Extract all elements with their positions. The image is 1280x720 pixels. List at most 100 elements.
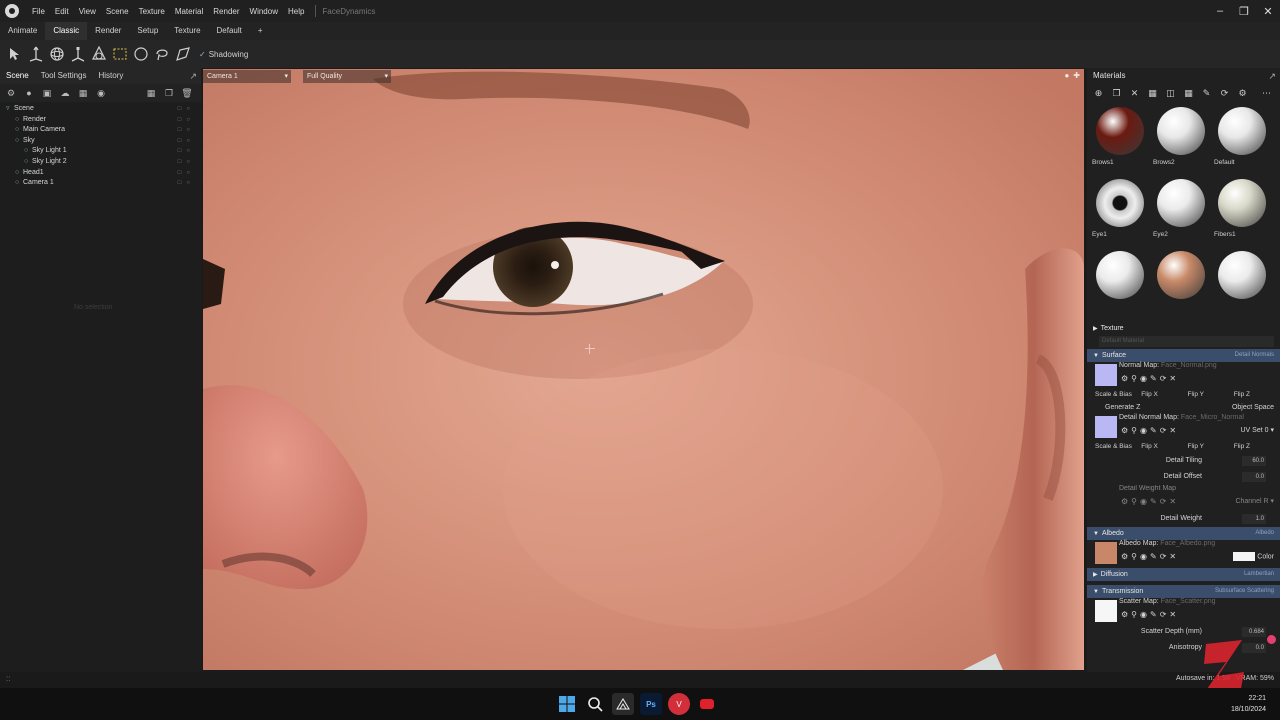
menu-view[interactable]: View	[74, 7, 101, 16]
map-action-icons[interactable]: ⚙⚲◉✎⟳✕	[1121, 374, 1179, 383]
detail-tiling-input[interactable]: 60.0	[1242, 456, 1266, 466]
material-thumbnail[interactable]: Eye1	[1090, 176, 1150, 246]
add-shape-icon[interactable]: ◉	[93, 86, 109, 100]
tab-history[interactable]: History	[93, 68, 130, 84]
add-camera-icon[interactable]: ▣	[39, 86, 55, 100]
tab-texture[interactable]: Texture	[166, 22, 208, 40]
albedo-map-swatch[interactable]	[1095, 542, 1117, 564]
quality-select[interactable]: Full Quality	[303, 69, 391, 83]
normal-map-swatch[interactable]	[1095, 364, 1117, 386]
visibility-lock-icons[interactable]: □○	[178, 146, 195, 157]
delete-icon[interactable]: 🗑	[179, 86, 195, 100]
diffusion-section-header[interactable]: ▶ Diffusion Lambertian	[1087, 568, 1280, 581]
color-field[interactable]: Color	[1233, 552, 1274, 561]
detail-normal-swatch[interactable]	[1095, 416, 1117, 438]
scene-tree-item[interactable]: ○ Head1 □○	[0, 168, 201, 179]
scatter-map-swatch[interactable]	[1095, 600, 1117, 622]
color-picker-dot[interactable]	[1267, 635, 1276, 644]
add-material-icon[interactable]: ⊕	[1091, 86, 1106, 100]
menu-scene[interactable]: Scene	[101, 7, 134, 16]
rect-select-icon[interactable]	[109, 44, 130, 65]
restore-icon[interactable]: ❐	[1232, 0, 1256, 22]
scale-gizmo-icon[interactable]	[67, 44, 88, 65]
detail-offset-input[interactable]: 0.0	[1242, 472, 1266, 482]
color-swatch[interactable]	[1233, 552, 1256, 561]
flip-y-check[interactable]: Flip Y	[1188, 440, 1234, 453]
material-thumbnail[interactable]: Fibers1	[1212, 176, 1272, 246]
material-thumbnail[interactable]: Default	[1212, 104, 1272, 174]
visibility-lock-icons[interactable]: □○	[178, 136, 195, 147]
flip-z-check[interactable]: Flip Z	[1234, 440, 1280, 453]
menu-texture[interactable]: Texture	[134, 7, 170, 16]
remove-material-icon[interactable]: ✕	[1127, 86, 1142, 100]
tab-tool-settings[interactable]: Tool Settings	[35, 68, 93, 84]
map-action-icons[interactable]: ⚙⚲◉✎⟳✕	[1121, 610, 1179, 619]
map-action-icons[interactable]: ⚙⚲◉✎⟳✕	[1121, 497, 1179, 506]
folder-icon[interactable]: ▦	[1145, 86, 1160, 100]
app-logo-icon[interactable]	[5, 4, 19, 18]
circle-select-icon[interactable]	[130, 44, 151, 65]
flip-z-check[interactable]: Flip Z	[1234, 388, 1280, 401]
visibility-lock-icons[interactable]: □○	[178, 168, 195, 179]
lasso-select-icon[interactable]	[151, 44, 172, 65]
camera-select[interactable]: Camera 1	[203, 69, 291, 83]
map-action-icons[interactable]: ⚙⚲◉✎⟳✕	[1121, 552, 1179, 561]
surface-mode-select[interactable]: Detail Normals	[1235, 349, 1274, 362]
texture-field[interactable]: Default Material	[1099, 336, 1274, 347]
object-space-check[interactable]: Object Space	[1232, 401, 1274, 414]
flip-x-check[interactable]: Flip X	[1141, 440, 1187, 453]
menu-help[interactable]: Help	[283, 7, 309, 16]
material-thumbnail[interactable]	[1090, 248, 1150, 318]
menu-render[interactable]: Render	[208, 7, 244, 16]
popout-icon[interactable]: ↗	[189, 71, 197, 82]
menu-window[interactable]: Window	[245, 7, 283, 16]
texture-grid-icon[interactable]: ▦	[1181, 86, 1196, 100]
material-thumbnail[interactable]: Eye2	[1151, 176, 1211, 246]
photoshop-icon[interactable]: Ps	[640, 693, 662, 715]
scene-tree-item[interactable]: ○ Main Camera □○	[0, 125, 201, 136]
scene-tree-item[interactable]: ○ Camera 1 □○	[0, 178, 201, 189]
pick-material-icon[interactable]: ✎	[1199, 86, 1214, 100]
scene-tree-item[interactable]: ○ Sky □○	[0, 136, 201, 147]
texture-section-header[interactable]: ▶ Texture	[1087, 322, 1280, 335]
add-light-icon[interactable]: ●	[21, 86, 37, 100]
duplicate-icon[interactable]: ❐	[161, 86, 177, 100]
paint-select-icon[interactable]	[172, 44, 193, 65]
add-object-icon[interactable]: ⚙	[3, 86, 19, 100]
visibility-lock-icons[interactable]: □○	[178, 178, 195, 189]
search-icon[interactable]	[584, 693, 606, 715]
material-thumbnail[interactable]: Brows2	[1151, 104, 1211, 174]
windows-start-icon[interactable]	[556, 693, 578, 715]
uv-set-field[interactable]: UV Set 0 ▾	[1240, 426, 1274, 434]
menu-file[interactable]: File	[27, 7, 50, 16]
detail-weight-input[interactable]: 1.0	[1242, 514, 1266, 524]
folder-icon[interactable]: ▦	[143, 86, 159, 100]
select-arrow-icon[interactable]	[4, 44, 25, 65]
tab-animate[interactable]: Animate	[0, 22, 45, 40]
visibility-lock-icons[interactable]: □○	[178, 125, 195, 136]
visibility-lock-icons[interactable]: □○	[178, 104, 195, 115]
tab-classic[interactable]: Classic	[45, 22, 88, 40]
menu-material[interactable]: Material	[170, 7, 208, 16]
map-action-icons[interactable]: ⚙⚲◉✎⟳✕	[1121, 426, 1179, 435]
surface-section-header[interactable]: ▼ Surface Detail Normals	[1087, 349, 1280, 362]
albedo-mode-select[interactable]: Albedo	[1255, 527, 1274, 540]
diffusion-mode-select[interactable]: Lambertian	[1244, 568, 1274, 581]
lock-icon[interactable]: ●	[1064, 71, 1069, 80]
add-sky-icon[interactable]: ☁	[57, 86, 73, 100]
more-icon[interactable]: ⋯	[1259, 86, 1274, 100]
material-thumbnail[interactable]	[1151, 248, 1211, 318]
scale-bias-check[interactable]: Scale & Bias	[1095, 440, 1141, 453]
visibility-lock-icons[interactable]: □○	[178, 115, 195, 126]
delete-icon[interactable]: ◫	[1163, 86, 1178, 100]
duplicate-material-icon[interactable]: ❐	[1109, 86, 1124, 100]
minimize-icon[interactable]: –	[1208, 0, 1232, 22]
material-thumbnail[interactable]: Brows1	[1090, 104, 1150, 174]
move-gizmo-icon[interactable]	[25, 44, 46, 65]
scene-tree-item[interactable]: ▿ Scene □○	[0, 104, 201, 115]
transmission-section-header[interactable]: ▼ Transmission Subsurface Scattering	[1087, 585, 1280, 598]
tab-render[interactable]: Render	[87, 22, 129, 40]
scene-tree-item[interactable]: ○ Sky Light 1 □○	[0, 146, 201, 157]
generate-z-check[interactable]: Generate Z	[1105, 404, 1140, 411]
material-thumbnail[interactable]	[1212, 248, 1272, 318]
